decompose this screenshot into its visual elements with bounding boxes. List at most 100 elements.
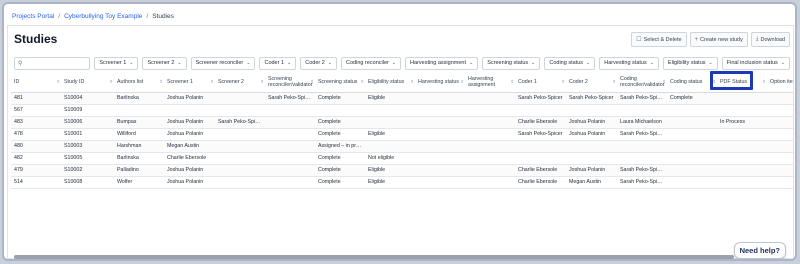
sort-icon[interactable]: ⇕	[109, 79, 113, 85]
table-cell: Sarah Peko-Spicer	[617, 164, 667, 177]
filter-final-inclusion-status[interactable]: Final inclusion status ⌄	[721, 56, 790, 70]
filter-eligibility-status[interactable]: Eligibility status ⌄	[662, 56, 718, 70]
breadcrumb-current: Studies	[152, 12, 174, 20]
search-input[interactable]	[24, 60, 85, 66]
table-row[interactable]: 479 S10002 Palladino Joshua Polanin Complete…	[11, 164, 793, 177]
filter-label: Screener 2	[147, 60, 175, 66]
sort-icon[interactable]: ⇕	[712, 79, 716, 85]
column-header[interactable]: PDF Status ⇕	[717, 75, 767, 93]
filter-coder-2[interactable]: Coder 2 ⌄	[300, 56, 338, 70]
need-help-button[interactable]: Need help?	[733, 242, 786, 259]
sort-icon[interactable]: ⇕	[612, 79, 616, 85]
table-cell: Joshua Polanin	[164, 164, 215, 177]
table-cell: 478	[11, 128, 61, 141]
sort-icon[interactable]: ⇕	[662, 79, 666, 85]
table-cell	[164, 104, 215, 117]
chevron-down-icon: ⌄	[531, 60, 536, 66]
table-cell: 514	[11, 176, 61, 189]
select-delete-button[interactable]: ☐ Select & Delete	[631, 32, 687, 47]
column-header-label: Option item	[770, 79, 793, 86]
table-cell: In Process	[717, 116, 767, 129]
column-header[interactable]: Harvesting assignment ⇕	[465, 75, 515, 93]
column-header[interactable]: Study ID ⇕	[61, 75, 114, 93]
table-cell: Joshua Polanin	[566, 128, 617, 141]
download-button[interactable]: ⤓ Download	[750, 32, 790, 47]
table-row[interactable]: 514 S10008 Wolfer Joshua Polanin Complete Eli…	[11, 176, 793, 189]
table-row[interactable]: 480 S10003 Harshman Megan Austin Assigned – …	[11, 140, 793, 153]
table-cell	[767, 176, 793, 189]
column-header[interactable]: Coder 2 ⇕	[566, 75, 617, 93]
sort-icon[interactable]: ⇕	[56, 79, 60, 85]
filter-bar: ⚲ Screener 1 ⌄ Screener 2 ⌄ Screener recon…	[14, 56, 790, 70]
table-cell: Joshua Polanin	[164, 116, 215, 129]
sort-icon[interactable]: ⇕	[360, 79, 364, 85]
horizontal-scrollbar[interactable]	[14, 255, 734, 259]
table-row[interactable]: 567 S10009	[11, 104, 793, 117]
table-cell: Charlie Ebersole	[515, 164, 566, 177]
scrollbar-thumb[interactable]	[14, 255, 734, 259]
filter-screening-status[interactable]: Screening status ⌄	[482, 56, 541, 70]
table-row[interactable]: 481 S10004 Barlinska Joshua Polanin Sarah Pe…	[11, 92, 793, 105]
column-header[interactable]: ID ⇕	[11, 75, 61, 93]
table-cell	[515, 140, 566, 153]
table-cell: S10001	[61, 128, 114, 141]
table-cell	[717, 152, 767, 165]
table-cell: Joshua Polanin	[566, 164, 617, 177]
filter-screener-reconciler[interactable]: Screener reconciler ⌄	[190, 56, 256, 70]
filter-screener-2[interactable]: Screener 2 ⌄	[142, 56, 187, 70]
table-cell	[617, 140, 667, 153]
sort-icon[interactable]: ⇕	[510, 79, 514, 85]
sort-icon[interactable]: ⇕	[310, 79, 314, 85]
table-row[interactable]: 483 S10006 Bumpas Joshua Polanin Sarah Peko-…	[11, 116, 793, 129]
column-header[interactable]: Coding status ⇕	[667, 75, 717, 93]
filter-coding-status[interactable]: Coding status ⌄	[544, 56, 596, 70]
table-cell	[365, 140, 415, 153]
table-cell: Complete	[315, 176, 365, 189]
column-header[interactable]: Harvesting status ⇕	[415, 75, 465, 93]
breadcrumb-project[interactable]: Cyberbullying Toy Example	[64, 13, 142, 20]
column-header[interactable]: Screening reconciler/validator ⇕	[265, 75, 315, 93]
sort-icon[interactable]: ⇕	[410, 79, 414, 85]
column-header[interactable]: Authors list ⇕	[114, 75, 164, 93]
column-header-label: Screener 2	[218, 79, 244, 86]
filter-coding-reconciler[interactable]: Coding reconciler ⌄	[341, 56, 402, 70]
table-cell	[515, 104, 566, 117]
filter-screener-1[interactable]: Screener 1 ⌄	[94, 56, 139, 70]
column-header[interactable]: Screener 1 ⇕	[164, 75, 215, 93]
filter-label: Harvesting status	[604, 60, 647, 66]
download-icon: ⤓	[755, 36, 759, 42]
column-header-label: Harvesting status	[418, 79, 459, 86]
sort-icon[interactable]: ⇕	[210, 79, 214, 85]
download-label: Download	[760, 36, 785, 43]
column-header[interactable]: Eligibility status ⇕	[365, 75, 415, 93]
table-cell: S10009	[61, 104, 114, 117]
chevron-down-icon: ⌄	[391, 60, 397, 66]
create-study-button[interactable]: + Create new study	[689, 32, 748, 47]
sort-icon[interactable]: ⇕	[561, 79, 565, 85]
search-box[interactable]: ⚲	[14, 56, 91, 70]
table-cell: Joshua Polanin	[164, 92, 215, 105]
filter-harvesting-status[interactable]: Harvesting status ⌄	[599, 56, 659, 70]
column-header[interactable]: Option item⇕	[767, 75, 793, 93]
chevron-down-icon: ⌄	[327, 60, 333, 66]
table-row[interactable]: 478 S10001 Williford Joshua Polanin Complete…	[11, 128, 793, 141]
breadcrumb-projects-portal[interactable]: Projects Portal	[12, 13, 54, 20]
table-cell	[465, 152, 515, 165]
table-cell	[465, 164, 515, 177]
sort-icon[interactable]: ⇕	[460, 79, 464, 85]
filter-coder-1[interactable]: Coder 1 ⌄	[259, 56, 297, 70]
column-header[interactable]: Coding reconciler/validator ⇕	[617, 75, 667, 93]
filter-harvesting-assignment[interactable]: Harvesting assignment ⌄	[405, 56, 479, 70]
filter-label: Screening status	[487, 60, 529, 66]
sort-icon[interactable]: ⇕	[159, 79, 163, 85]
chevron-down-icon: ⌄	[649, 60, 654, 66]
column-header[interactable]: Coder 1 ⇕	[515, 75, 566, 93]
column-header[interactable]: Screener 2 ⇕	[215, 75, 265, 93]
table-row[interactable]: 482 S10005 Barlinska Charlie Ebersole Comple…	[11, 152, 793, 165]
column-header[interactable]: Screening status ⇕	[315, 75, 365, 93]
table-cell	[566, 104, 617, 117]
sort-icon[interactable]: ⇕	[260, 79, 264, 85]
sort-icon[interactable]: ⇕	[762, 79, 766, 85]
column-header-label: Study ID	[64, 79, 85, 86]
table-cell	[717, 164, 767, 177]
